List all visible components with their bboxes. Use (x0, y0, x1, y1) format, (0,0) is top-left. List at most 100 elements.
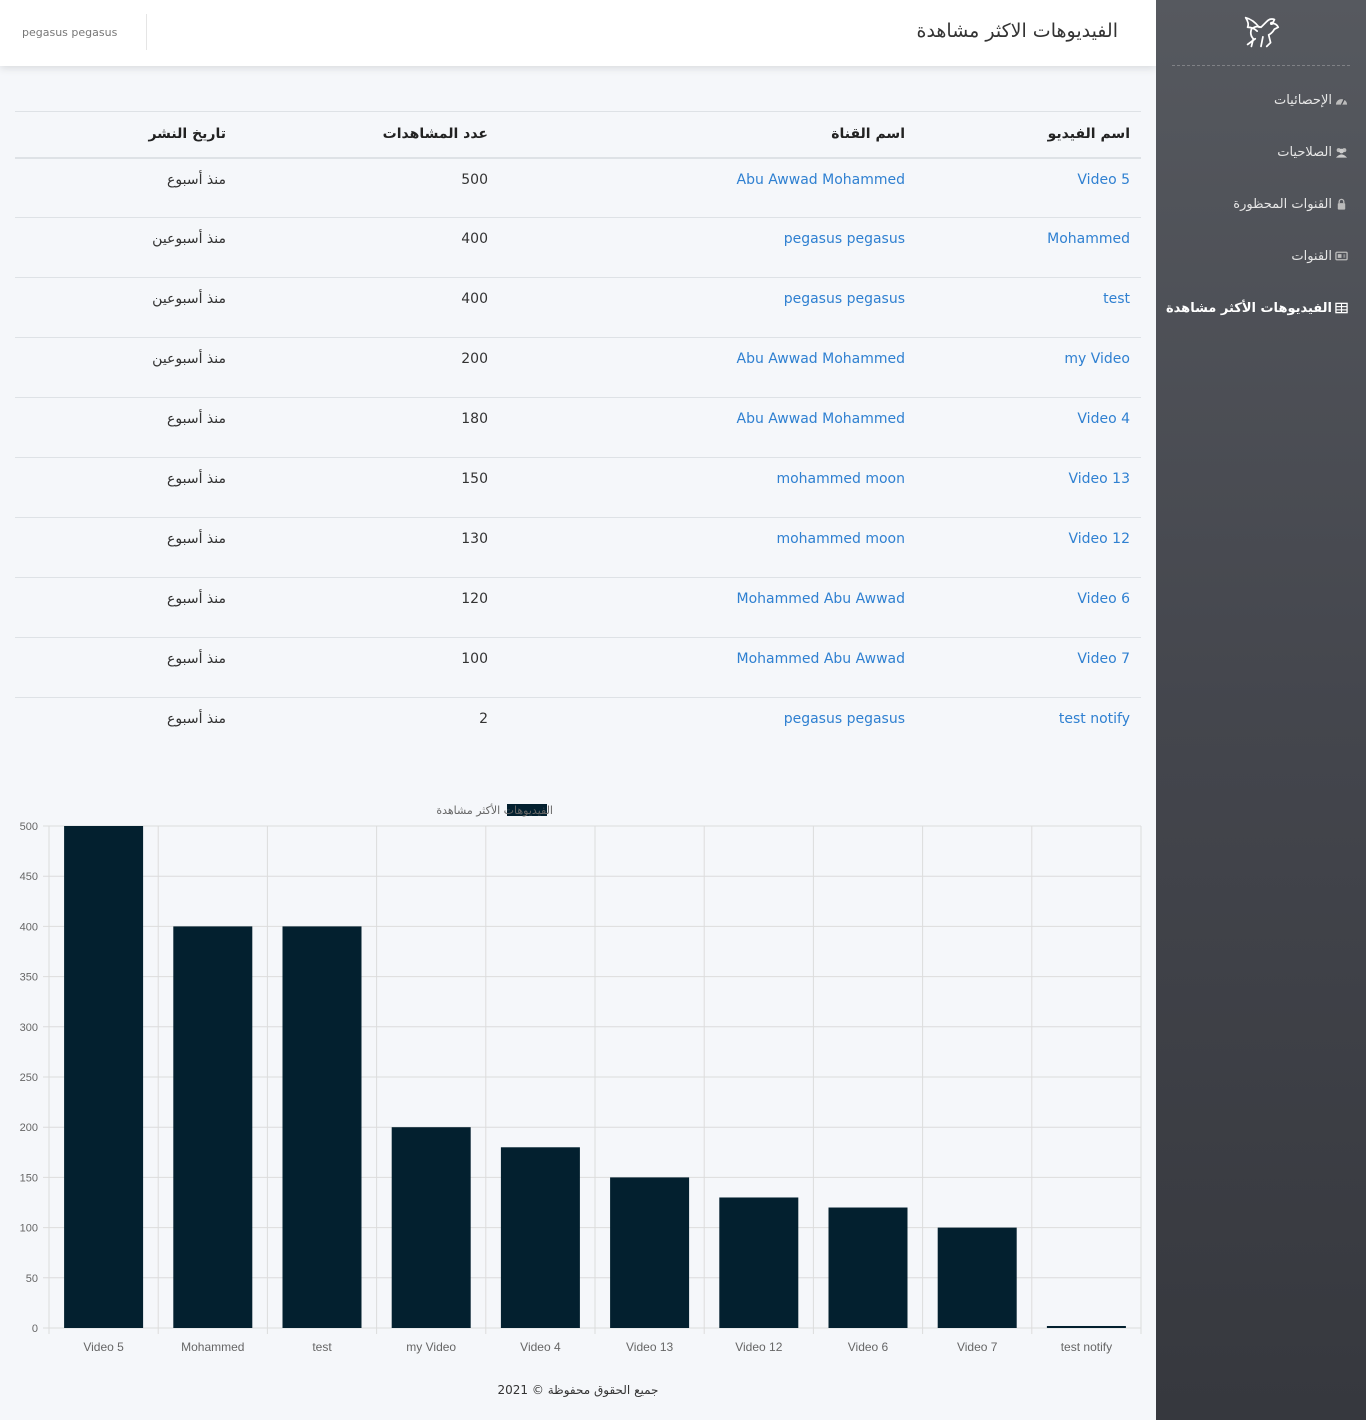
sidebar-item-most-viewed[interactable]: الفيديوهات الأكثر مشاهدة (1156, 282, 1366, 334)
y-tick-label: 0 (32, 1323, 38, 1335)
bar (64, 826, 144, 1328)
views-count: 2 (479, 711, 488, 727)
video-link[interactable]: Video 7 (916, 638, 1141, 698)
table-icon (1334, 302, 1348, 314)
sidebar-item-label: الصلاحيات (1277, 144, 1332, 160)
header-video-name: اسم الفيديو (1047, 126, 1130, 143)
x-tick-label: Mohammed (181, 1340, 244, 1354)
header-publish-date: تاريخ النشر (148, 126, 226, 143)
table-row: Video 7 Mohammed Abu Awwad 100 منذ أسبوع (15, 638, 1141, 698)
views-count: 400 (461, 291, 488, 307)
footer-copyright: جميع الحقوق محفوظة © 2021 (497, 1383, 659, 1397)
sidebar-nav: الإحصائيات الصلاحيات القنوات المحظورة ال… (1156, 66, 1366, 334)
most-viewed-table: اسم الفيديو اسم القناة عدد المشاهدات تار… (15, 111, 1141, 758)
video-link[interactable]: test notify (916, 698, 1141, 758)
publish-date: منذ أسبوعين (152, 231, 226, 247)
table-row: test pegasus pegasus 400 منذ أسبوعين (15, 278, 1141, 338)
x-tick-label: Video 12 (735, 1340, 782, 1354)
x-tick-label: test (312, 1340, 332, 1354)
bar (1046, 1325, 1126, 1328)
publish-date: منذ أسبوع (167, 531, 226, 547)
publish-date: منذ أسبوع (167, 411, 226, 427)
views-count: 120 (461, 591, 488, 607)
sidebar-item-banned-channels[interactable]: القنوات المحظورة (1156, 178, 1366, 230)
table-row: Video 12 mohammed moon 130 منذ أسبوع (15, 518, 1141, 578)
sidebar-item-label: الإحصائيات (1273, 92, 1332, 108)
channel-link[interactable]: Mohammed Abu Awwad (499, 638, 916, 698)
sidebar-item-statistics[interactable]: الإحصائيات (1156, 74, 1366, 126)
users-icon (1334, 146, 1348, 158)
publish-date: منذ أسبوع (167, 471, 226, 487)
views-count: 500 (461, 171, 488, 188)
video-link[interactable]: my Video (916, 338, 1141, 398)
video-link[interactable]: Video 12 (916, 518, 1141, 578)
channel-link[interactable]: pegasus pegasus (499, 218, 916, 278)
dashboard-icon (1334, 94, 1348, 106)
sidebar: الإحصائيات الصلاحيات القنوات المحظورة ال… (1156, 0, 1366, 1420)
y-tick-label: 150 (20, 1172, 38, 1184)
table-row: test notify pegasus pegasus 2 منذ أسبوع (15, 698, 1141, 758)
logo[interactable] (1172, 0, 1350, 66)
y-tick-label: 400 (20, 921, 38, 933)
channel-link[interactable]: pegasus pegasus (499, 278, 916, 338)
channel-link[interactable]: mohammed moon (499, 518, 916, 578)
x-tick-label: Video 6 (848, 1340, 889, 1354)
channel-link[interactable]: Abu Awwad Mohammed (499, 158, 916, 218)
channel-link[interactable]: Abu Awwad Mohammed (499, 398, 916, 458)
video-link[interactable]: Video 13 (916, 458, 1141, 518)
channel-link[interactable]: pegasus pegasus (499, 698, 916, 758)
bar (937, 1227, 1017, 1328)
table-row: Video 5 Abu Awwad Mohammed 500 منذ أسبوع (15, 158, 1141, 218)
y-tick-label: 500 (20, 821, 38, 833)
views-count: 200 (461, 351, 488, 367)
publish-date: منذ أسبوع (167, 711, 226, 727)
views-count: 100 (461, 651, 488, 667)
page-title: الفيديوهات الاكثر مشاهدة (916, 20, 1118, 42)
sidebar-item-channels[interactable]: القنوات (1156, 230, 1366, 282)
table-row: Video 6 Mohammed Abu Awwad 120 منذ أسبوع (15, 578, 1141, 638)
bar (610, 1177, 690, 1328)
video-link[interactable]: test (916, 278, 1141, 338)
y-tick-label: 350 (20, 972, 38, 984)
sidebar-item-label: القنوات (1291, 248, 1332, 264)
y-tick-label: 50 (26, 1273, 38, 1285)
x-tick-label: Video 13 (626, 1340, 673, 1354)
x-tick-label: Video 7 (957, 1340, 998, 1354)
video-link[interactable]: Mohammed (916, 218, 1141, 278)
video-link[interactable]: Video 5 (916, 158, 1141, 218)
publish-date: منذ أسبوع (167, 591, 226, 607)
legend-label: الفيديوهات الأكثر مشاهدة (436, 803, 553, 817)
publish-date: منذ أسبوعين (152, 351, 226, 367)
sidebar-item-permissions[interactable]: الصلاحيات (1156, 126, 1366, 178)
channel-link[interactable]: mohammed moon (499, 458, 916, 518)
top-header: الفيديوهات الاكثر مشاهدة pegasus pegasus (0, 0, 1156, 66)
tv-icon (1334, 250, 1348, 262)
pegasus-logo-icon (1244, 16, 1280, 47)
views-count: 130 (461, 531, 488, 547)
views-bar-chart: 0 50 100 150 200 250 300 350 400 450 500 Video 5 Moh… (20, 803, 1142, 1354)
x-tick-label: Video 5 (83, 1340, 124, 1354)
y-tick-label: 250 (20, 1072, 38, 1084)
channel-link[interactable]: Mohammed Abu Awwad (499, 578, 916, 638)
publish-date: منذ أسبوع (167, 651, 226, 667)
bar (282, 926, 362, 1328)
user-menu[interactable]: pegasus pegasus (22, 26, 117, 39)
views-count: 150 (461, 471, 488, 487)
header-views: عدد المشاهدات (382, 126, 488, 143)
y-tick-label: 200 (20, 1122, 38, 1134)
views-count: 180 (461, 411, 488, 427)
bar (391, 1127, 471, 1328)
bar (173, 926, 253, 1328)
table-row: my Video Abu Awwad Mohammed 200 منذ أسبو… (15, 338, 1141, 398)
table-row: Video 13 mohammed moon 150 منذ أسبوع (15, 458, 1141, 518)
sidebar-item-label: الفيديوهات الأكثر مشاهدة (1166, 300, 1332, 316)
publish-date: منذ أسبوعين (152, 291, 226, 307)
channel-link[interactable]: Abu Awwad Mohammed (499, 338, 916, 398)
sidebar-item-label: القنوات المحظورة (1233, 196, 1332, 212)
video-link[interactable]: Video 4 (916, 398, 1141, 458)
bar (828, 1207, 908, 1328)
views-count: 400 (461, 231, 488, 247)
y-tick-label: 300 (20, 1022, 38, 1034)
video-link[interactable]: Video 6 (916, 578, 1141, 638)
lock-icon (1334, 198, 1348, 210)
